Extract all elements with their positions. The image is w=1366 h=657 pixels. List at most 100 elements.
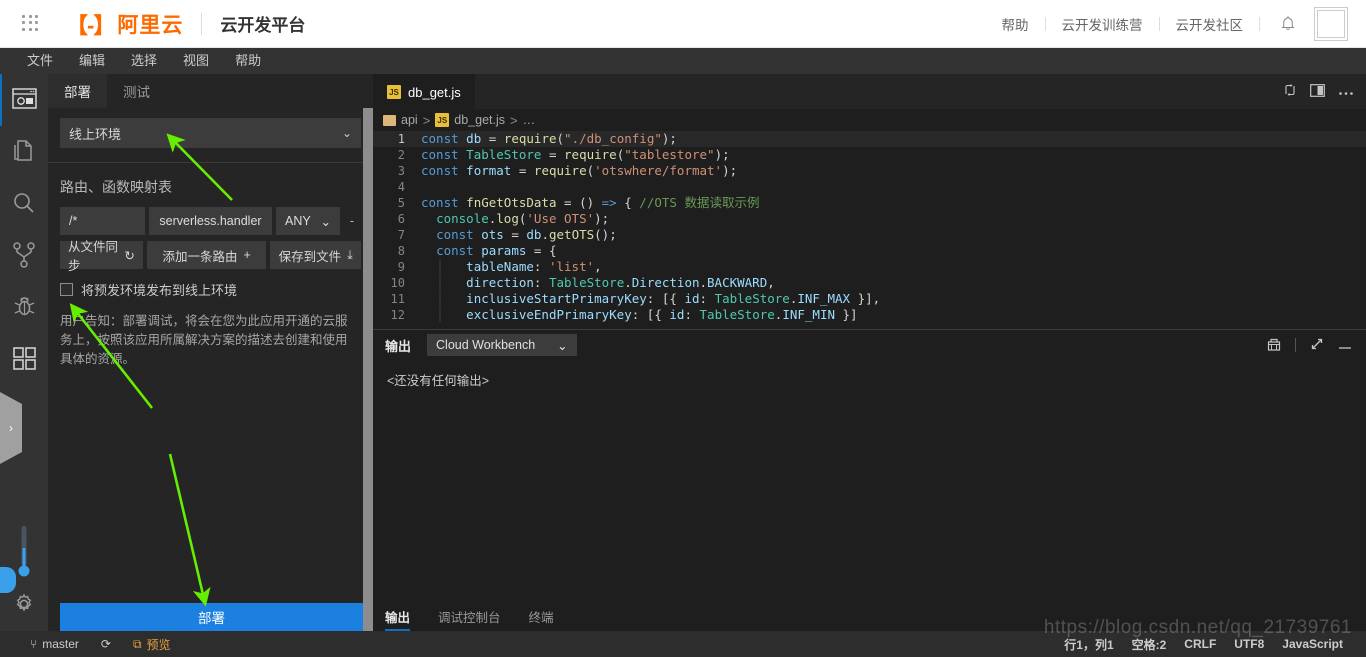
status-indentation[interactable]: 空格:2 xyxy=(1123,636,1176,653)
side-panel-scrollbar[interactable] xyxy=(363,108,373,631)
activity-bar: › xyxy=(0,74,48,631)
line-number: 3 xyxy=(397,164,405,178)
save-to-file-button[interactable]: 保存到文件 ⤓ xyxy=(270,241,361,269)
section-divider xyxy=(48,162,373,163)
route-delete-button[interactable]: - xyxy=(344,207,360,235)
output-source-value: Cloud Workbench xyxy=(436,338,536,352)
menu-item-selection[interactable]: 选择 xyxy=(118,48,170,74)
preview-icon: ⧉ xyxy=(132,636,142,651)
line-number: 10 xyxy=(390,276,405,290)
status-line-ending[interactable]: CRLF xyxy=(1175,637,1225,651)
side-panel-body: 线上环境 ⌄ 路由、函数映射表 /* serverless.handler AN… xyxy=(48,118,373,369)
menu-item-edit[interactable]: 编辑 xyxy=(66,48,118,74)
code-editor[interactable]: 1 const db = require("./db_config"); 2 con… xyxy=(373,131,1366,329)
deploy-side-panel: 部署 测试 线上环境 ⌄ 路由、函数映射表 /* serverless.hand… xyxy=(48,74,373,631)
status-language-mode[interactable]: JavaScript xyxy=(1273,637,1352,651)
menu-bar: 文件 编辑 选择 视图 帮助 xyxy=(0,48,1366,74)
tab-test[interactable]: 测试 xyxy=(107,74,166,108)
header-link-training-camp[interactable]: 云开发训练营 xyxy=(1046,14,1159,34)
code-line: 4 xyxy=(373,179,1366,195)
line-number: 5 xyxy=(397,196,405,210)
add-route-button[interactable]: 添加一条路由 + xyxy=(146,241,267,269)
panel-tab-output[interactable]: 输出 xyxy=(385,605,424,631)
panel-tab-terminal[interactable]: 终端 xyxy=(515,605,568,631)
menu-item-file[interactable]: 文件 xyxy=(14,48,66,74)
status-git-branch-label: master xyxy=(42,637,79,651)
sync-from-file-button[interactable]: 从文件同步 ↻ xyxy=(60,240,143,273)
environment-select[interactable]: 线上环境 ⌄ xyxy=(60,118,361,148)
code-line: 3 const format = require('otswhere/format… xyxy=(373,163,1366,179)
sync-icon: ↻ xyxy=(124,248,135,263)
output-panel-actions xyxy=(1267,337,1366,354)
apps-grid-icon[interactable] xyxy=(22,14,40,33)
status-encoding[interactable]: UTF8 xyxy=(1225,637,1273,651)
more-actions-icon[interactable] xyxy=(1338,84,1354,99)
header-right-group: 帮助 云开发训练营 云开发社区 xyxy=(986,6,1348,41)
route-path-input[interactable]: /* xyxy=(60,207,145,235)
activity-item-cloud-workbench[interactable] xyxy=(0,74,48,126)
code-line: 1 const db = require("./db_config"); xyxy=(373,131,1366,147)
git-branch-icon xyxy=(13,241,35,271)
activity-item-extensions[interactable] xyxy=(0,334,48,386)
maximize-panel-icon[interactable] xyxy=(1310,337,1324,354)
editor-tab-actions xyxy=(1283,74,1366,109)
environment-select-value: 线上环境 xyxy=(69,126,122,142)
code-line: 12 │ exclusiveEndPrimaryKey: [{ id: Tabl… xyxy=(373,307,1366,323)
tab-deploy[interactable]: 部署 xyxy=(48,74,107,108)
editor-tab-db-get-js[interactable]: JS db_get.js xyxy=(373,74,475,109)
route-method-select[interactable]: ANY ⌄ xyxy=(276,207,340,235)
output-source-select[interactable]: Cloud Workbench ⌄ xyxy=(427,334,577,356)
line-number: 12 xyxy=(390,308,405,322)
app-root: 【-】 阿里云 云开发平台 帮助 云开发训练营 云开发社区 文件 编辑 选择 视… xyxy=(0,0,1366,657)
publish-pre-to-online-row[interactable]: 将预发环境发布到线上环境 xyxy=(60,280,361,299)
menu-item-view[interactable]: 视图 xyxy=(170,48,222,74)
panel-tab-bar: 输出 调试控制台 终端 xyxy=(373,605,1366,631)
line-number: 9 xyxy=(397,260,405,274)
deploy-button[interactable]: 部署 xyxy=(60,603,363,631)
route-path-value: /* xyxy=(69,214,78,228)
output-panel: 输出 Cloud Workbench ⌄ <还没有任何输出> 输出 调试控制台 … xyxy=(373,329,1366,631)
header-link-help[interactable]: 帮助 xyxy=(986,14,1045,34)
avatar-placeholder xyxy=(1317,9,1345,38)
editor-tab-label: db_get.js xyxy=(408,84,461,100)
code-line: 7 const ots = db.getOTS(); xyxy=(373,227,1366,243)
status-preview[interactable]: ⧉ 预览 xyxy=(125,636,179,653)
line-number: 4 xyxy=(397,180,405,194)
status-cursor-position[interactable]: 行1，列1 xyxy=(1055,636,1122,653)
activity-item-debug[interactable] xyxy=(0,282,48,334)
breadcrumb-ellipsis[interactable]: … xyxy=(523,113,536,127)
activity-item-explorer[interactable] xyxy=(0,126,48,178)
route-handler-input[interactable]: serverless.handler xyxy=(149,207,272,235)
line-number: 11 xyxy=(390,292,405,306)
status-bar-right: 行1，列1 空格:2 CRLF UTF8 JavaScript xyxy=(1055,636,1366,653)
close-panel-icon[interactable] xyxy=(1338,338,1352,353)
status-git-branch[interactable]: ⑂ master xyxy=(22,637,87,651)
header-link-community[interactable]: 云开发社区 xyxy=(1160,14,1260,34)
code-line: 10 │ direction: TableStore.Direction.BAC… xyxy=(373,275,1366,291)
line-number: 1 xyxy=(397,132,405,146)
clear-output-icon[interactable] xyxy=(1267,337,1281,354)
bell-icon[interactable] xyxy=(1280,15,1296,33)
split-layout-icon[interactable] xyxy=(1310,83,1325,100)
status-bar: ⑂ master ⟳ ⧉ 预览 行1，列1 空格:2 CRLF UTF8 Jav… xyxy=(0,631,1366,657)
breadcrumb-folder[interactable]: api xyxy=(401,113,418,127)
aliyun-logo[interactable]: 【-】 阿里云 xyxy=(66,8,183,40)
aliyun-header: 【-】 阿里云 云开发平台 帮助 云开发训练营 云开发社区 xyxy=(0,0,1366,48)
route-method-value: ANY xyxy=(285,214,311,228)
folder-icon xyxy=(383,114,396,126)
activity-item-source-control[interactable] xyxy=(0,230,48,282)
chevron-down-icon: ⌄ xyxy=(557,338,568,353)
grid-squares-icon xyxy=(12,347,36,373)
sidebar-toggle-handle[interactable]: › xyxy=(0,392,22,464)
tab-test-label: 测试 xyxy=(123,85,150,100)
activity-item-search[interactable] xyxy=(0,178,48,230)
avatar[interactable] xyxy=(1314,6,1348,41)
breadcrumb-file[interactable]: db_get.js xyxy=(454,113,505,127)
breadcrumb-separator: > xyxy=(422,112,431,128)
publish-pre-to-online-checkbox[interactable] xyxy=(60,283,73,296)
plus-icon: + xyxy=(243,248,251,262)
menu-item-help[interactable]: 帮助 xyxy=(222,48,274,74)
status-sync[interactable]: ⟳ xyxy=(93,637,119,651)
panel-tab-debug-console[interactable]: 调试控制台 xyxy=(424,605,515,631)
split-editor-icon[interactable] xyxy=(1283,83,1297,100)
